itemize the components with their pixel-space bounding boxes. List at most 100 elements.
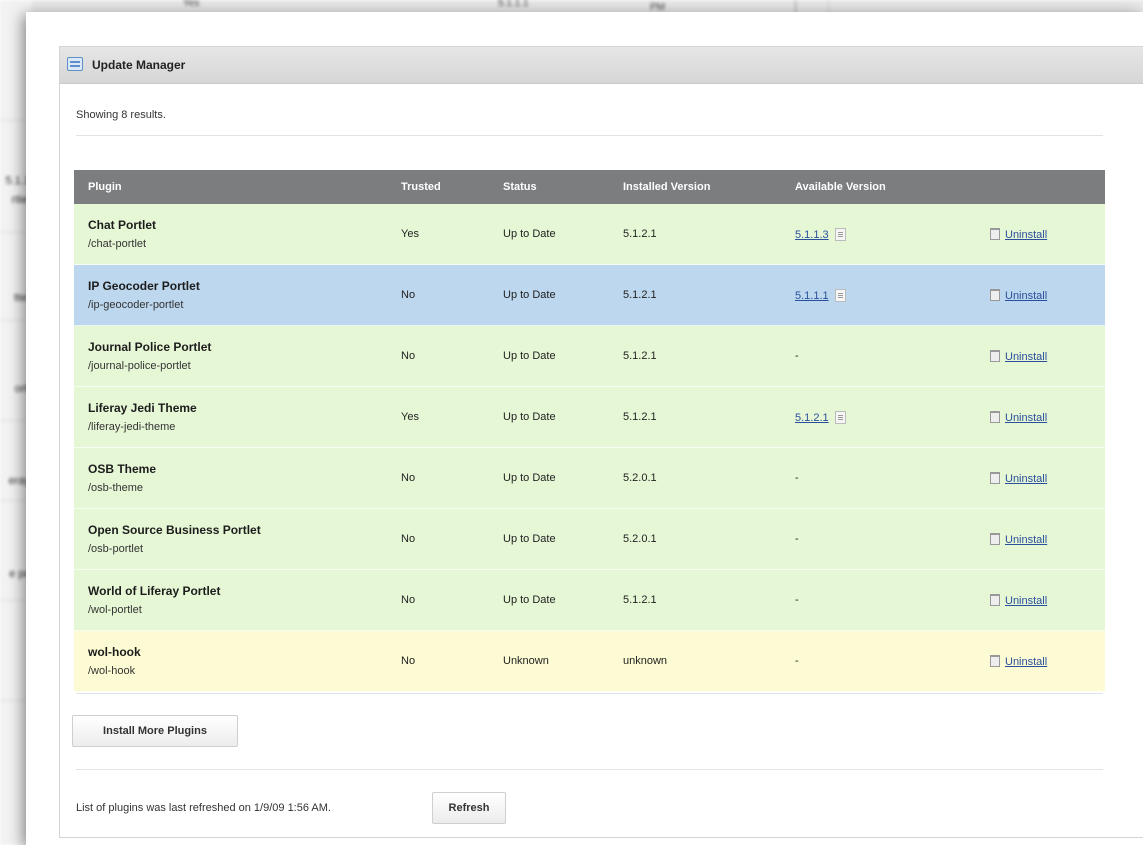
status-cell: Up to Date bbox=[489, 264, 609, 326]
header-plugin[interactable]: Plugin bbox=[74, 170, 387, 204]
divider bbox=[76, 135, 1103, 136]
trusted-cell: No bbox=[387, 264, 489, 326]
plugin-cell: Chat Portlet/chat-portlet bbox=[74, 204, 387, 265]
plugin-path: /journal-police-portlet bbox=[88, 360, 191, 372]
plugin-path: /wol-hook bbox=[88, 665, 136, 677]
installed-version-cell: 5.2.0.1 bbox=[609, 508, 781, 570]
available-version-cell: 5.1.2.1 bbox=[781, 386, 976, 448]
table-header-row: Plugin Trusted Status Installed Version … bbox=[74, 170, 1105, 204]
results-count: Showing 8 results. bbox=[76, 109, 166, 121]
header-installed-version[interactable]: Installed Version bbox=[609, 170, 781, 204]
plugin-name: wol-hook bbox=[88, 645, 141, 659]
header-actions bbox=[976, 170, 1105, 204]
plugin-cell: World of Liferay Portlet/wol-portlet bbox=[74, 569, 387, 631]
plugin-cell: Journal Police Portlet/journal-police-po… bbox=[74, 325, 387, 387]
table-row: Open Source Business Portlet/osb-portlet… bbox=[74, 508, 1105, 570]
available-version-cell: - bbox=[781, 325, 976, 387]
table-row: Liferay Jedi Theme/liferay-jedi-theme Ye… bbox=[74, 386, 1105, 448]
notes-icon[interactable] bbox=[834, 227, 846, 241]
table-row: wol-hook/wol-hook No Unknown unknown - U… bbox=[74, 630, 1105, 692]
divider bbox=[76, 769, 1103, 770]
trash-icon[interactable] bbox=[990, 532, 1000, 545]
status-cell: Up to Date bbox=[489, 386, 609, 448]
trash-icon[interactable] bbox=[990, 349, 1000, 362]
plugin-path: /liferay-jedi-theme bbox=[88, 421, 176, 433]
action-cell: Uninstall bbox=[976, 386, 1105, 448]
uninstall-link[interactable]: Uninstall bbox=[1005, 290, 1047, 302]
installed-version-cell: unknown bbox=[609, 630, 781, 692]
uninstall-link[interactable]: Uninstall bbox=[1005, 656, 1047, 668]
action-cell: Uninstall bbox=[976, 508, 1105, 570]
trusted-cell: No bbox=[387, 630, 489, 692]
uninstall-link[interactable]: Uninstall bbox=[1005, 534, 1047, 546]
notes-icon[interactable] bbox=[834, 288, 846, 302]
plugin-cell: wol-hook/wol-hook bbox=[74, 630, 387, 692]
plugin-cell: IP Geocoder Portlet/ip-geocoder-portlet bbox=[74, 264, 387, 326]
trash-icon[interactable] bbox=[990, 410, 1000, 423]
trusted-cell: No bbox=[387, 508, 489, 570]
table-row: OSB Theme/osb-theme No Up to Date 5.2.0.… bbox=[74, 447, 1105, 509]
last-refreshed-text: List of plugins was last refreshed on 1/… bbox=[76, 802, 331, 814]
available-version-link[interactable]: 5.1.1.1 bbox=[795, 290, 829, 302]
trash-icon[interactable] bbox=[990, 288, 1000, 301]
installed-version-cell: 5.1.2.1 bbox=[609, 386, 781, 448]
uninstall-link[interactable]: Uninstall bbox=[1005, 595, 1047, 607]
available-version-cell: 5.1.1.1 bbox=[781, 264, 976, 326]
plugin-cell: Open Source Business Portlet/osb-portlet bbox=[74, 508, 387, 570]
action-cell: Uninstall bbox=[976, 204, 1105, 265]
available-version-cell: - bbox=[781, 569, 976, 631]
plugin-cell: Liferay Jedi Theme/liferay-jedi-theme bbox=[74, 386, 387, 448]
action-cell: Uninstall bbox=[976, 447, 1105, 509]
refresh-button[interactable]: Refresh bbox=[432, 792, 506, 824]
install-more-plugins-button[interactable]: Install More Plugins bbox=[72, 715, 238, 747]
plugin-name: Liferay Jedi Theme bbox=[88, 401, 197, 415]
plugin-path: /wol-portlet bbox=[88, 604, 142, 616]
background-text: Yes bbox=[183, 0, 200, 9]
uninstall-link[interactable]: Uninstall bbox=[1005, 351, 1047, 363]
trash-icon[interactable] bbox=[990, 227, 1000, 240]
background-text: 5.1.1.1 bbox=[498, 0, 529, 9]
plugin-name: World of Liferay Portlet bbox=[88, 584, 221, 598]
installed-version-cell: 5.2.0.1 bbox=[609, 447, 781, 509]
table-row: Journal Police Portlet/journal-police-po… bbox=[74, 325, 1105, 387]
header-status[interactable]: Status bbox=[489, 170, 609, 204]
action-cell: Uninstall bbox=[976, 569, 1105, 631]
trusted-cell: No bbox=[387, 325, 489, 387]
trash-icon[interactable] bbox=[990, 593, 1000, 606]
update-manager-portlet: Update Manager Showing 8 results. Plugin… bbox=[59, 46, 1143, 838]
uninstall-link[interactable]: Uninstall bbox=[1005, 473, 1047, 485]
available-version-cell: 5.1.1.3 bbox=[781, 204, 976, 265]
table-row: IP Geocoder Portlet/ip-geocoder-portlet … bbox=[74, 264, 1105, 326]
available-version-link[interactable]: 5.1.2.1 bbox=[795, 412, 829, 424]
installed-version-cell: 5.1.2.1 bbox=[609, 569, 781, 631]
uninstall-link[interactable]: Uninstall bbox=[1005, 412, 1047, 424]
status-cell: Up to Date bbox=[489, 569, 609, 631]
available-version-link[interactable]: 5.1.1.3 bbox=[795, 229, 829, 241]
plugin-cell: OSB Theme/osb-theme bbox=[74, 447, 387, 509]
installed-version-cell: 5.1.2.1 bbox=[609, 264, 781, 326]
portlet-title: Update Manager bbox=[92, 58, 186, 72]
installed-version-cell: 5.1.2.1 bbox=[609, 325, 781, 387]
uninstall-link[interactable]: Uninstall bbox=[1005, 229, 1047, 241]
plugin-path: /osb-portlet bbox=[88, 543, 144, 555]
table-row: World of Liferay Portlet/wol-portlet No … bbox=[74, 569, 1105, 631]
plugin-name: Open Source Business Portlet bbox=[88, 523, 261, 537]
available-version-cell: - bbox=[781, 508, 976, 570]
plugin-name: Chat Portlet bbox=[88, 218, 157, 232]
action-cell: Uninstall bbox=[976, 630, 1105, 692]
trusted-cell: Yes bbox=[387, 204, 489, 265]
header-available-version[interactable]: Available Version bbox=[781, 170, 976, 204]
available-version-cell: - bbox=[781, 630, 976, 692]
plugin-name: IP Geocoder Portlet bbox=[88, 279, 200, 293]
trash-icon[interactable] bbox=[990, 654, 1000, 667]
plugins-table: Plugin Trusted Status Installed Version … bbox=[74, 170, 1105, 692]
update-manager-card: Update Manager Showing 8 results. Plugin… bbox=[26, 12, 1143, 845]
available-version-cell: - bbox=[781, 447, 976, 509]
status-cell: Up to Date bbox=[489, 204, 609, 265]
installed-version-cell: 5.1.2.1 bbox=[609, 204, 781, 265]
trash-icon[interactable] bbox=[990, 471, 1000, 484]
header-trusted[interactable]: Trusted bbox=[387, 170, 489, 204]
trusted-cell: No bbox=[387, 447, 489, 509]
notes-icon[interactable] bbox=[834, 410, 846, 424]
plugin-name: Journal Police Portlet bbox=[88, 340, 212, 354]
